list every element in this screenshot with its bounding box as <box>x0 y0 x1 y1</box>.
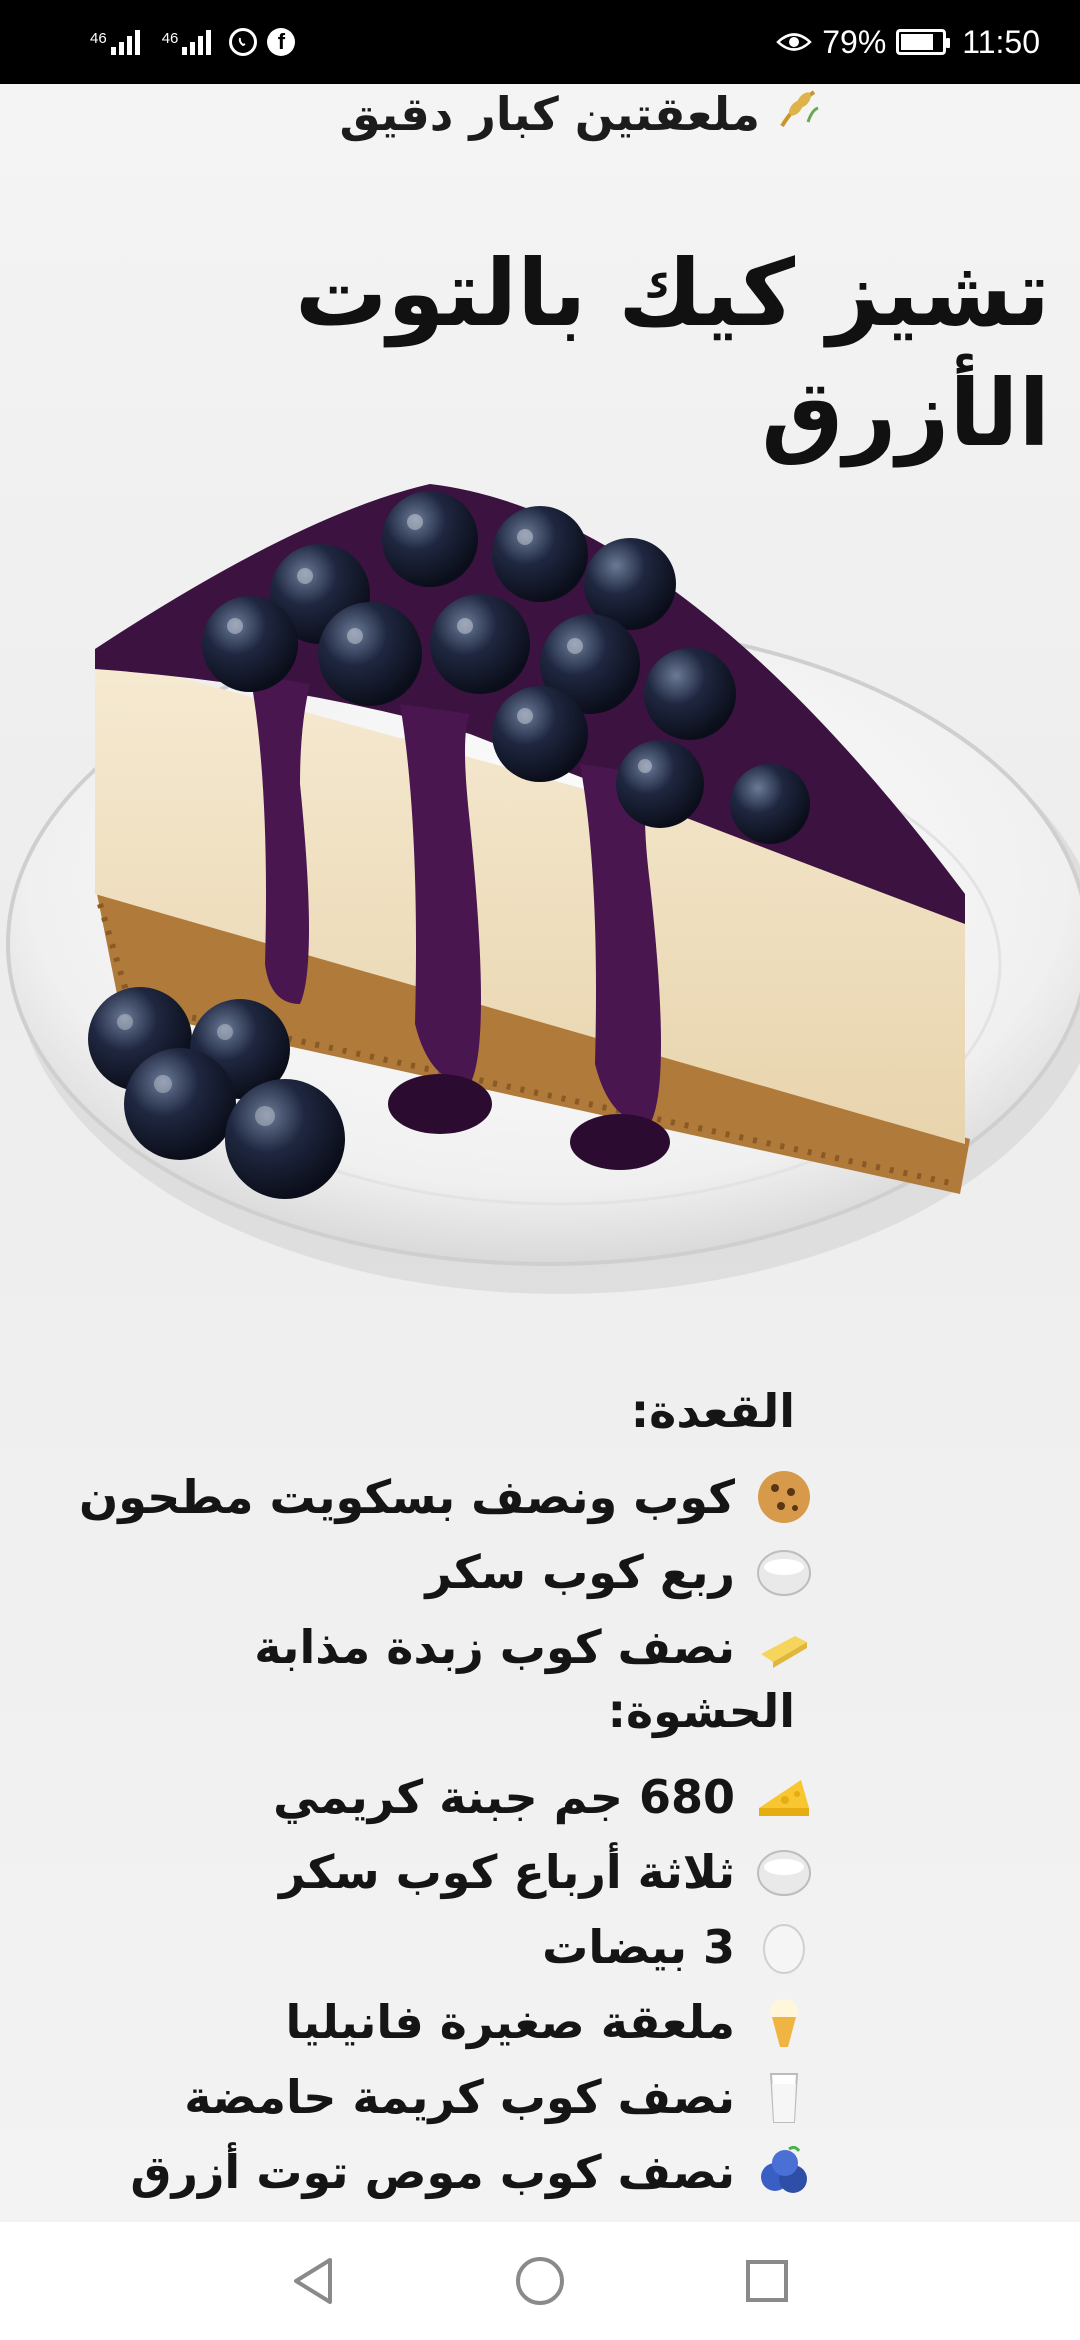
navigation-bar <box>0 2222 1080 2340</box>
ingredient-text: كوب ونصف بسكويت مطحون <box>78 1469 735 1524</box>
egg-icon <box>753 1916 815 1978</box>
back-button[interactable] <box>283 2251 343 2311</box>
butter-icon <box>753 1616 815 1678</box>
cheese-icon <box>753 1766 815 1828</box>
wheat-icon <box>774 86 820 142</box>
ingredient-text: ربع كوب سكر <box>425 1544 735 1599</box>
home-button[interactable] <box>510 2251 570 2311</box>
blueberry-icon <box>753 2141 815 2203</box>
battery-percent: 79% <box>822 23 887 60</box>
list-item: ثلاثة أرباع كوب سكر <box>35 1834 815 1909</box>
status-bar: 46 46 f 79% 11:50 <box>0 0 1080 84</box>
home-icon <box>515 2257 564 2305</box>
base-heading: القعدة: <box>630 1384 795 1438</box>
ingredient-text: ملعقة صغيرة فانيليا <box>285 1994 736 2049</box>
facebook-icon: f <box>267 28 296 56</box>
status-right: 79% 11:50 <box>776 24 1040 61</box>
ingredient-text: نصف كوب كريمة حامضة <box>184 2069 735 2124</box>
sim2-label: 46 <box>161 30 179 47</box>
list-item: ملعقة صغيرة فانيليا <box>35 1984 815 2059</box>
vanilla-icon <box>753 1991 815 2053</box>
signal-icon <box>110 29 140 55</box>
recipe-image: ملعقتين كبار دقيق تشيز كيك بالتوت الأزرق <box>0 84 1080 2222</box>
list-item: 3 بيضات <box>35 1909 815 1984</box>
list-item: كوب ونصف بسكويت مطحون <box>35 1459 815 1534</box>
sim2-signal: 46 <box>162 29 212 55</box>
ingredient-text: 3 بيضات <box>542 1919 735 1974</box>
recents-button[interactable] <box>737 2251 797 2311</box>
cheesecake-illustration <box>6 484 1080 1294</box>
list-item: 680 جم جبنة كريمي <box>35 1759 815 1834</box>
sim1-label: 46 <box>90 30 107 47</box>
list-item: نصف كوب زبدة مذابة <box>35 1609 815 1684</box>
status-left: 46 46 f <box>90 28 296 56</box>
list-item: نصف كوب كريمة حامضة <box>35 2059 815 2134</box>
recents-icon <box>745 2260 788 2302</box>
filling-heading: الحشوة: <box>607 1684 795 1738</box>
battery-icon <box>896 29 951 55</box>
cookie-icon <box>753 1466 815 1528</box>
ingredients-list: القعدة: كوب ونصف بسكويت مطحون ربع كوب سك… <box>35 1384 815 2209</box>
whatsapp-icon <box>229 28 258 56</box>
sugar-bowl-icon <box>753 1541 815 1603</box>
list-item: ربع كوب سكر <box>35 1534 815 1609</box>
top-line: ملعقتين كبار دقيق <box>339 84 820 144</box>
clock: 11:50 <box>962 23 1040 60</box>
sim1-signal: 46 <box>90 29 140 55</box>
milk-glass-icon <box>753 2066 815 2128</box>
ingredient-text: 680 جم جبنة كريمي <box>273 1769 735 1824</box>
ingredient-text: ثلاثة أرباع كوب سكر <box>278 1844 735 1899</box>
battery-fill <box>901 34 933 50</box>
list-item: نصف كوب موص توت أزرق <box>35 2134 815 2209</box>
signal-icon <box>182 29 212 55</box>
ingredient-text: نصف كوب زبدة مذابة <box>254 1619 735 1674</box>
top-line-text: ملعقتين كبار دقيق <box>339 87 760 141</box>
eye-comfort-icon <box>776 33 813 51</box>
back-icon <box>294 2258 333 2304</box>
sugar-bowl-icon <box>753 1841 815 1903</box>
ingredient-text: نصف كوب موص توت أزرق <box>130 2144 735 2199</box>
